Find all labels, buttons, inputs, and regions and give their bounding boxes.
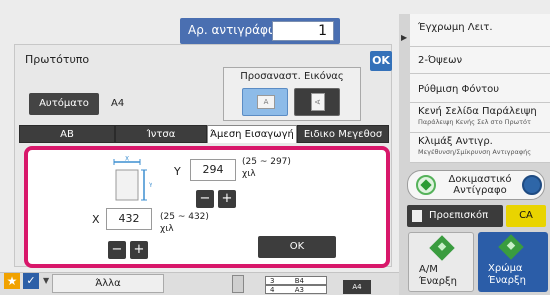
start-bw-action: Έναρξη — [419, 276, 457, 287]
tab-special-size[interactable]: Ειδικο Μεγεθοσ — [297, 125, 389, 143]
tab-direct-entry[interactable]: Άμεση Εισαγωγή — [207, 125, 297, 143]
chevron-down-icon: ▼ — [43, 276, 50, 285]
proof-copy-button[interactable]: Δοκιμαστικό Αντίγραφο — [407, 170, 545, 200]
star-icon[interactable]: ★ — [4, 273, 20, 289]
start-color-action: Έναρξη — [488, 275, 526, 286]
landscape-icon: A — [311, 93, 325, 111]
x-dimension-input[interactable]: 432 — [106, 208, 152, 230]
y-unit: χιλ — [242, 169, 256, 179]
y-range-value: (25 ~ 297) — [242, 157, 291, 167]
copies-input[interactable]: 1 — [272, 21, 334, 41]
tab-inch[interactable]: Ίντσα — [115, 125, 207, 143]
panel-title: Πρωτότυπο — [25, 53, 90, 66]
menu-blank-page-skip[interactable]: Κενή Σελίδα Παράλειψη Παράλειψη Κενής Σε… — [410, 103, 550, 133]
image-orientation-title: Προσαναστ. Εικόνας — [240, 71, 344, 82]
tab-ab[interactable]: AB — [19, 125, 115, 143]
orientation-landscape-button[interactable]: A — [294, 88, 340, 116]
menu-background-label: Ρύθμιση Φόντου — [418, 84, 500, 95]
x-range-value: (25 ~ 432) — [160, 212, 209, 222]
menu-duplex-label: 2-Όψεων — [418, 55, 463, 66]
auto-size-button[interactable]: Αυτόματο — [29, 93, 99, 115]
paper-axis-y: Y — [148, 182, 152, 189]
bypass-tray-icon — [232, 275, 244, 293]
start-bw-button[interactable]: Α/Μ Έναρξη — [408, 232, 474, 292]
paper-axis-x: X — [125, 156, 129, 163]
preview-icon — [412, 210, 422, 222]
copies-label: Αρ. αντιγράφων — [188, 23, 285, 37]
menu-blank-page-sub: Παράλειψη Κενής Σελ στο Πρωτότ — [418, 118, 531, 126]
menu-copy-ratio-label: Κλιμάξ Αντιγρ. — [418, 136, 493, 147]
start-bw-mode: Α/Μ — [419, 264, 438, 275]
x-unit: χιλ — [160, 224, 174, 234]
x-decrement-button[interactable]: − — [108, 241, 126, 259]
tray-b4-number: 3 — [270, 277, 275, 285]
y-decrement-button[interactable]: − — [196, 190, 214, 208]
start-color-mode: Χρώμα — [488, 263, 523, 274]
other-functions-button[interactable]: Άλλα — [52, 274, 164, 293]
copies-bar: Αρ. αντιγράφων 1 — [180, 18, 340, 44]
menu-blank-page-label: Κενή Σελίδα Παράλειψη — [418, 106, 537, 117]
tray-b4: 3 B4 — [265, 276, 327, 285]
tray-a3-number: 4 — [270, 286, 275, 294]
direct-entry-ok-button[interactable]: OK — [258, 236, 336, 258]
menu-color-mode[interactable]: Έγχρωμη Λειτ. — [410, 14, 550, 47]
menu-duplex[interactable]: 2-Όψεων — [410, 47, 550, 74]
paper-size-tag: A4 — [343, 280, 371, 294]
preview-button[interactable]: Προεπισκόπ — [407, 205, 503, 227]
paper-size-icon: X Y — [113, 156, 152, 201]
x-dimension-label: X — [92, 213, 100, 226]
y-dimension-input[interactable]: 294 — [190, 159, 236, 181]
start-icon — [429, 235, 455, 261]
proof-start-icon — [416, 175, 436, 195]
clear-all-button[interactable]: CA — [506, 205, 546, 227]
proof-color-icon — [522, 175, 542, 195]
image-orientation-group: Προσαναστ. Εικόνας A A — [223, 67, 361, 121]
start-color-button[interactable]: Χρώμα Έναρξη — [478, 232, 548, 292]
preview-label: Προεπισκόπ — [429, 210, 489, 221]
y-range-text: (25 ~ 297) χιλ — [242, 156, 291, 180]
tray-b4-size: B4 — [294, 277, 304, 285]
orientation-portrait-button[interactable]: A — [242, 88, 288, 116]
check-icon[interactable]: ✓ — [23, 273, 39, 289]
menu-copy-ratio[interactable]: Κλιμάξ Αντιγρ. Μεγέθυνση/Σμίκρυνση Αντιγ… — [410, 133, 550, 163]
portrait-icon: A — [257, 95, 275, 109]
menu-color-mode-label: Έγχρωμη Λειτ. — [418, 22, 493, 33]
expand-panel-icon[interactable]: ▶ — [401, 33, 407, 42]
y-increment-button[interactable]: + — [218, 190, 236, 208]
auto-size-value: A4 — [111, 98, 125, 109]
panel-ok-button[interactable]: OK — [370, 51, 392, 71]
tray-a3: 4 A3 — [265, 285, 327, 294]
x-increment-button[interactable]: + — [130, 241, 148, 259]
menu-copy-ratio-sub: Μεγέθυνση/Σμίκρυνση Αντιγραφής — [418, 148, 532, 156]
y-dimension-label: Y — [174, 165, 181, 178]
menu-background[interactable]: Ρύθμιση Φόντου — [410, 74, 550, 103]
tray-a3-size: A3 — [294, 286, 304, 294]
proof-copy-label: Δοκιμαστικό Αντίγραφο — [448, 174, 512, 196]
x-range-text: (25 ~ 432) χιλ — [160, 211, 209, 235]
start-icon — [498, 234, 524, 260]
